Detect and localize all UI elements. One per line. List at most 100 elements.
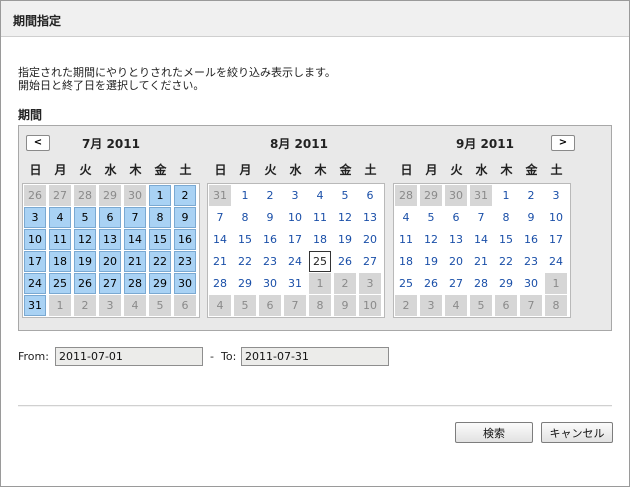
day-cell[interactable]: 22 (149, 251, 171, 272)
day-cell[interactable]: 14 (124, 229, 146, 250)
day-cell[interactable]: 8 (495, 207, 517, 228)
day-cell[interactable]: 6 (99, 207, 121, 228)
day-cell[interactable]: 2 (74, 295, 96, 316)
day-cell[interactable]: 24 (284, 251, 306, 272)
day-cell[interactable]: 15 (495, 229, 517, 250)
day-cell[interactable]: 16 (520, 229, 542, 250)
day-cell[interactable]: 30 (520, 273, 542, 294)
day-cell[interactable]: 2 (259, 185, 281, 206)
day-cell[interactable]: 28 (74, 185, 96, 206)
day-cell[interactable]: 20 (445, 251, 467, 272)
day-cell[interactable]: 3 (24, 207, 46, 228)
day-cell[interactable]: 31 (470, 185, 492, 206)
day-cell[interactable]: 26 (74, 273, 96, 294)
day-cell[interactable]: 19 (334, 229, 356, 250)
day-cell[interactable]: 6 (259, 295, 281, 316)
day-cell[interactable]: 31 (284, 273, 306, 294)
day-cell[interactable]: 18 (309, 229, 331, 250)
day-cell[interactable]: 6 (174, 295, 196, 316)
day-cell[interactable]: 6 (445, 207, 467, 228)
day-cell[interactable]: 8 (234, 207, 256, 228)
day-cell[interactable]: 20 (99, 251, 121, 272)
day-cell[interactable]: 24 (545, 251, 567, 272)
day-cell[interactable]: 11 (395, 229, 417, 250)
day-cell[interactable]: 12 (334, 207, 356, 228)
day-cell[interactable]: 29 (420, 185, 442, 206)
day-cell[interactable]: 25 (49, 273, 71, 294)
day-cell[interactable]: 22 (234, 251, 256, 272)
day-cell[interactable]: 31 (209, 185, 231, 206)
day-cell[interactable]: 7 (284, 295, 306, 316)
day-cell[interactable]: 29 (495, 273, 517, 294)
day-cell[interactable]: 4 (395, 207, 417, 228)
day-cell[interactable]: 22 (495, 251, 517, 272)
day-cell[interactable]: 11 (309, 207, 331, 228)
day-cell[interactable]: 26 (334, 251, 356, 272)
to-date-input[interactable] (241, 347, 389, 366)
day-cell[interactable]: 1 (234, 185, 256, 206)
day-cell[interactable]: 3 (99, 295, 121, 316)
day-cell[interactable]: 8 (149, 207, 171, 228)
day-cell[interactable]: 10 (284, 207, 306, 228)
day-cell[interactable]: 18 (395, 251, 417, 272)
day-cell[interactable]: 27 (445, 273, 467, 294)
day-cell[interactable]: 5 (149, 295, 171, 316)
day-cell[interactable]: 25 (309, 251, 331, 272)
day-cell[interactable]: 1 (545, 273, 567, 294)
day-cell[interactable]: 29 (149, 273, 171, 294)
day-cell[interactable]: 14 (470, 229, 492, 250)
day-cell[interactable]: 15 (149, 229, 171, 250)
day-cell[interactable]: 13 (445, 229, 467, 250)
day-cell[interactable]: 9 (520, 207, 542, 228)
day-cell[interactable]: 20 (359, 229, 381, 250)
search-button[interactable]: 検索 (455, 422, 533, 443)
day-cell[interactable]: 10 (24, 229, 46, 250)
day-cell[interactable]: 3 (359, 273, 381, 294)
day-cell[interactable]: 2 (334, 273, 356, 294)
day-cell[interactable]: 17 (284, 229, 306, 250)
day-cell[interactable]: 10 (359, 295, 381, 316)
day-cell[interactable]: 31 (24, 295, 46, 316)
day-cell[interactable]: 12 (74, 229, 96, 250)
day-cell[interactable]: 7 (520, 295, 542, 316)
day-cell[interactable]: 13 (359, 207, 381, 228)
day-cell[interactable]: 5 (234, 295, 256, 316)
next-month-button[interactable]: > (551, 135, 575, 151)
day-cell[interactable]: 23 (259, 251, 281, 272)
day-cell[interactable]: 29 (99, 185, 121, 206)
day-cell[interactable]: 2 (174, 185, 196, 206)
day-cell[interactable]: 7 (124, 207, 146, 228)
day-cell[interactable]: 21 (209, 251, 231, 272)
from-date-input[interactable] (55, 347, 203, 366)
day-cell[interactable]: 14 (209, 229, 231, 250)
day-cell[interactable]: 2 (520, 185, 542, 206)
day-cell[interactable]: 10 (545, 207, 567, 228)
day-cell[interactable]: 13 (99, 229, 121, 250)
day-cell[interactable]: 3 (545, 185, 567, 206)
day-cell[interactable]: 30 (174, 273, 196, 294)
day-cell[interactable]: 1 (495, 185, 517, 206)
day-cell[interactable]: 17 (545, 229, 567, 250)
day-cell[interactable]: 27 (49, 185, 71, 206)
day-cell[interactable]: 3 (284, 185, 306, 206)
day-cell[interactable]: 30 (124, 185, 146, 206)
day-cell[interactable]: 15 (234, 229, 256, 250)
day-cell[interactable]: 7 (209, 207, 231, 228)
day-cell[interactable]: 3 (420, 295, 442, 316)
day-cell[interactable]: 16 (174, 229, 196, 250)
day-cell[interactable]: 8 (545, 295, 567, 316)
day-cell[interactable]: 25 (395, 273, 417, 294)
day-cell[interactable]: 30 (259, 273, 281, 294)
day-cell[interactable]: 28 (395, 185, 417, 206)
day-cell[interactable]: 26 (420, 273, 442, 294)
day-cell[interactable]: 23 (520, 251, 542, 272)
cancel-button[interactable]: キャンセル (541, 422, 613, 443)
day-cell[interactable]: 7 (470, 207, 492, 228)
day-cell[interactable]: 27 (99, 273, 121, 294)
day-cell[interactable]: 29 (234, 273, 256, 294)
day-cell[interactable]: 19 (420, 251, 442, 272)
day-cell[interactable]: 6 (495, 295, 517, 316)
prev-month-button[interactable]: < (26, 135, 50, 151)
day-cell[interactable]: 5 (334, 185, 356, 206)
day-cell[interactable]: 4 (209, 295, 231, 316)
